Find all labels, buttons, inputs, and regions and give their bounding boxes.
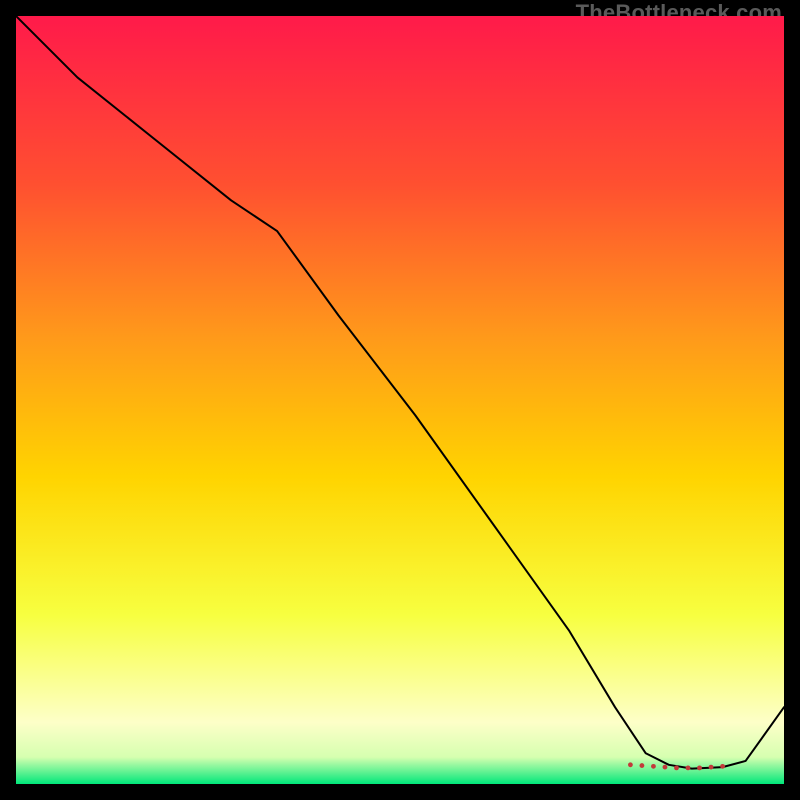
marker-dot [697, 765, 702, 770]
marker-dot [720, 764, 725, 769]
chart-svg [16, 16, 784, 784]
marker-dot [640, 763, 645, 768]
marker-dot [674, 765, 679, 770]
marker-dot [709, 765, 714, 770]
plot-area [16, 16, 784, 784]
marker-dot [628, 762, 633, 767]
marker-dot [651, 764, 656, 769]
gradient-background [16, 16, 784, 784]
chart-frame: TheBottleneck.com [0, 0, 800, 800]
marker-dot [663, 765, 668, 770]
marker-dot [686, 765, 691, 770]
